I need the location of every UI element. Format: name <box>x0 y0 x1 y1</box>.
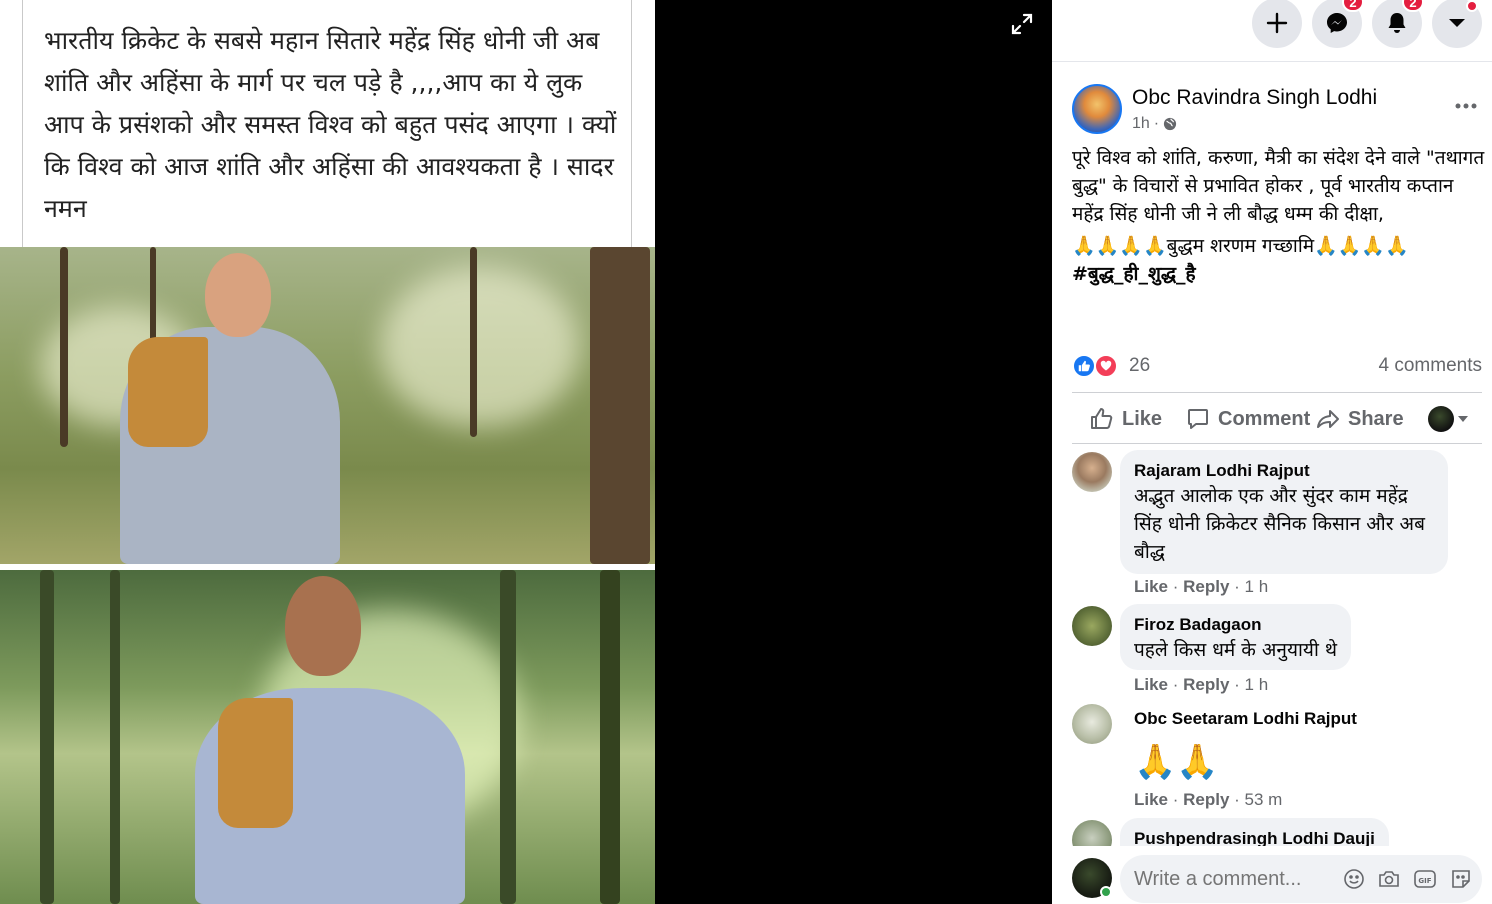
commenter-name[interactable]: Obc Seetaram Lodhi Rajput <box>1134 708 1357 730</box>
like-reaction-icon[interactable] <box>1072 354 1096 378</box>
share-button[interactable]: Share <box>1316 405 1404 433</box>
comment-meta: Like · Reply · 53 m <box>1134 790 1283 809</box>
camera-icon[interactable] <box>1378 868 1400 890</box>
post-text-prayer-line: 🙏🙏🙏🙏बुद्धम शरणम गच्छामि🙏🙏🙏🙏 <box>1072 235 1409 257</box>
meta-separator: · <box>1153 115 1160 132</box>
love-reaction-icon[interactable] <box>1094 354 1118 378</box>
author-avatar[interactable] <box>1072 84 1122 134</box>
more-options-icon[interactable] <box>1450 90 1482 122</box>
comment-button[interactable]: Comment <box>1186 405 1310 433</box>
audience-selector[interactable] <box>1428 405 1468 433</box>
comment-content: Obc Seetaram Lodhi Rajput 🙏🙏 <box>1134 708 1357 786</box>
reaction-count[interactable]: 26 <box>1129 355 1150 377</box>
messenger-badge: 2 <box>1342 0 1364 12</box>
top-bar: 2 2 <box>1052 0 1492 62</box>
plus-icon <box>1266 12 1288 34</box>
current-user-mini-avatar <box>1428 406 1454 432</box>
comment-like-link[interactable]: Like <box>1134 577 1168 596</box>
commenter-name[interactable]: Pushpendrasingh Lodhi Dauji <box>1134 828 1375 846</box>
bell-icon <box>1388 13 1406 33</box>
comment-text: पहले किस धर्म के अनुयायी थे <box>1134 639 1338 661</box>
comment-bubble: Pushpendrasingh Lodhi Dauji <box>1120 818 1389 846</box>
post-actions: Like Comment Share <box>1072 392 1482 444</box>
caret-down-icon <box>1449 19 1465 27</box>
photo-monk-seated <box>0 247 655 564</box>
share-label: Share <box>1348 407 1404 430</box>
comment-label: Comment <box>1218 407 1311 430</box>
reactions-summary: 26 4 comments <box>1072 352 1482 382</box>
like-label: Like <box>1122 407 1163 430</box>
comment-text: अद्भुत आलोक एक और सुंदर काम महेंद्र सिंह… <box>1134 485 1425 563</box>
comment-time[interactable]: 1 h <box>1245 577 1269 596</box>
comment-item: Obc Seetaram Lodhi Rajput 🙏🙏 Like · Repl… <box>1072 702 1482 814</box>
comment-item: Rajaram Lodhi Rajput अद्भुत आलोक एक और स… <box>1072 450 1482 600</box>
comments-count[interactable]: 4 comments <box>1379 355 1482 377</box>
commenter-avatar[interactable] <box>1072 820 1112 846</box>
create-button[interactable] <box>1252 0 1302 48</box>
comment-meta: Like · Reply · 1 h <box>1134 577 1269 596</box>
comment-bubble: Rajaram Lodhi Rajput अद्भुत आलोक एक और स… <box>1120 450 1448 574</box>
commenter-name[interactable]: Rajaram Lodhi Rajput <box>1134 460 1434 482</box>
comment-like-link[interactable]: Like <box>1134 675 1168 694</box>
messenger-icon <box>1327 13 1347 33</box>
commenter-avatar[interactable] <box>1072 606 1112 646</box>
svg-text:GIF: GIF <box>1418 877 1431 885</box>
account-dot-badge <box>1466 0 1478 12</box>
post-photo[interactable]: भारतीय क्रिकेट के सबसे महान सितारे महेंद… <box>0 0 655 904</box>
quote-card: भारतीय क्रिकेट के सबसे महान सितारे महेंद… <box>0 0 655 247</box>
commenter-avatar[interactable] <box>1072 704 1112 744</box>
notifications-badge: 2 <box>1402 0 1424 12</box>
gif-icon[interactable]: GIF <box>1413 868 1437 890</box>
comment-composer: GIF <box>1072 852 1482 904</box>
online-indicator <box>1100 886 1112 898</box>
comment-reply-link[interactable]: Reply <box>1183 790 1229 809</box>
comment-text: 🙏🙏 <box>1134 742 1219 782</box>
comment-item: Pushpendrasingh Lodhi Dauji <box>1072 818 1482 846</box>
emoji-icon[interactable] <box>1343 868 1365 890</box>
post-text: पूरे विश्व को शांति, करुणा, मैत्री का सं… <box>1072 144 1486 288</box>
comment-time[interactable]: 53 m <box>1245 790 1283 809</box>
comment-time[interactable]: 1 h <box>1245 675 1269 694</box>
commenter-name[interactable]: Firoz Badagaon <box>1134 614 1337 636</box>
comment-meta: Like · Reply · 1 h <box>1134 675 1269 694</box>
author-name[interactable]: Obc Ravindra Singh Lodhi <box>1132 86 1377 110</box>
expand-icon[interactable] <box>1008 10 1036 38</box>
post-header: Obc Ravindra Singh Lodhi 1h · <box>1072 84 1482 138</box>
like-button[interactable]: Like <box>1090 405 1162 433</box>
comment-like-link[interactable]: Like <box>1134 790 1168 809</box>
composer-tools: GIF <box>1343 868 1472 890</box>
comment-bubble: Firoz Badagaon पहले किस धर्म के अनुयायी … <box>1120 604 1352 670</box>
caret-down-icon <box>1458 416 1468 422</box>
post-meta: 1h · <box>1132 115 1177 133</box>
thumbs-up-icon <box>1091 408 1113 429</box>
comment-reply-link[interactable]: Reply <box>1183 577 1229 596</box>
globe-icon <box>1164 117 1177 131</box>
commenter-avatar[interactable] <box>1072 452 1112 492</box>
comment-item: Firoz Badagaon पहले किस धर्म के अनुयायी … <box>1072 604 1482 700</box>
sticker-icon[interactable] <box>1450 868 1472 890</box>
post-time[interactable]: 1h <box>1132 115 1150 133</box>
post-panel: 2 2 Obc Ravindra Singh Lodhi 1h · पूरे व… <box>1052 0 1492 904</box>
post-hashtag[interactable]: #बुद्ध_ही_शुद्ध_है <box>1072 260 1486 288</box>
post-text-paragraph: पूरे विश्व को शांति, करुणा, मैत्री का सं… <box>1072 147 1485 225</box>
quote-text: भारतीय क्रिकेट के सबसे महान सितारे महेंद… <box>44 26 617 223</box>
account-button[interactable] <box>1432 0 1482 48</box>
photo-viewer: भारतीय क्रिकेट के सबसे महान सितारे महेंद… <box>0 0 1052 904</box>
comment-reply-link[interactable]: Reply <box>1183 675 1229 694</box>
comment-icon <box>1188 409 1208 429</box>
photo-monk-smiling <box>0 570 655 904</box>
messenger-button[interactable]: 2 <box>1312 0 1364 48</box>
share-icon <box>1317 410 1339 428</box>
notifications-button[interactable]: 2 <box>1372 0 1424 48</box>
